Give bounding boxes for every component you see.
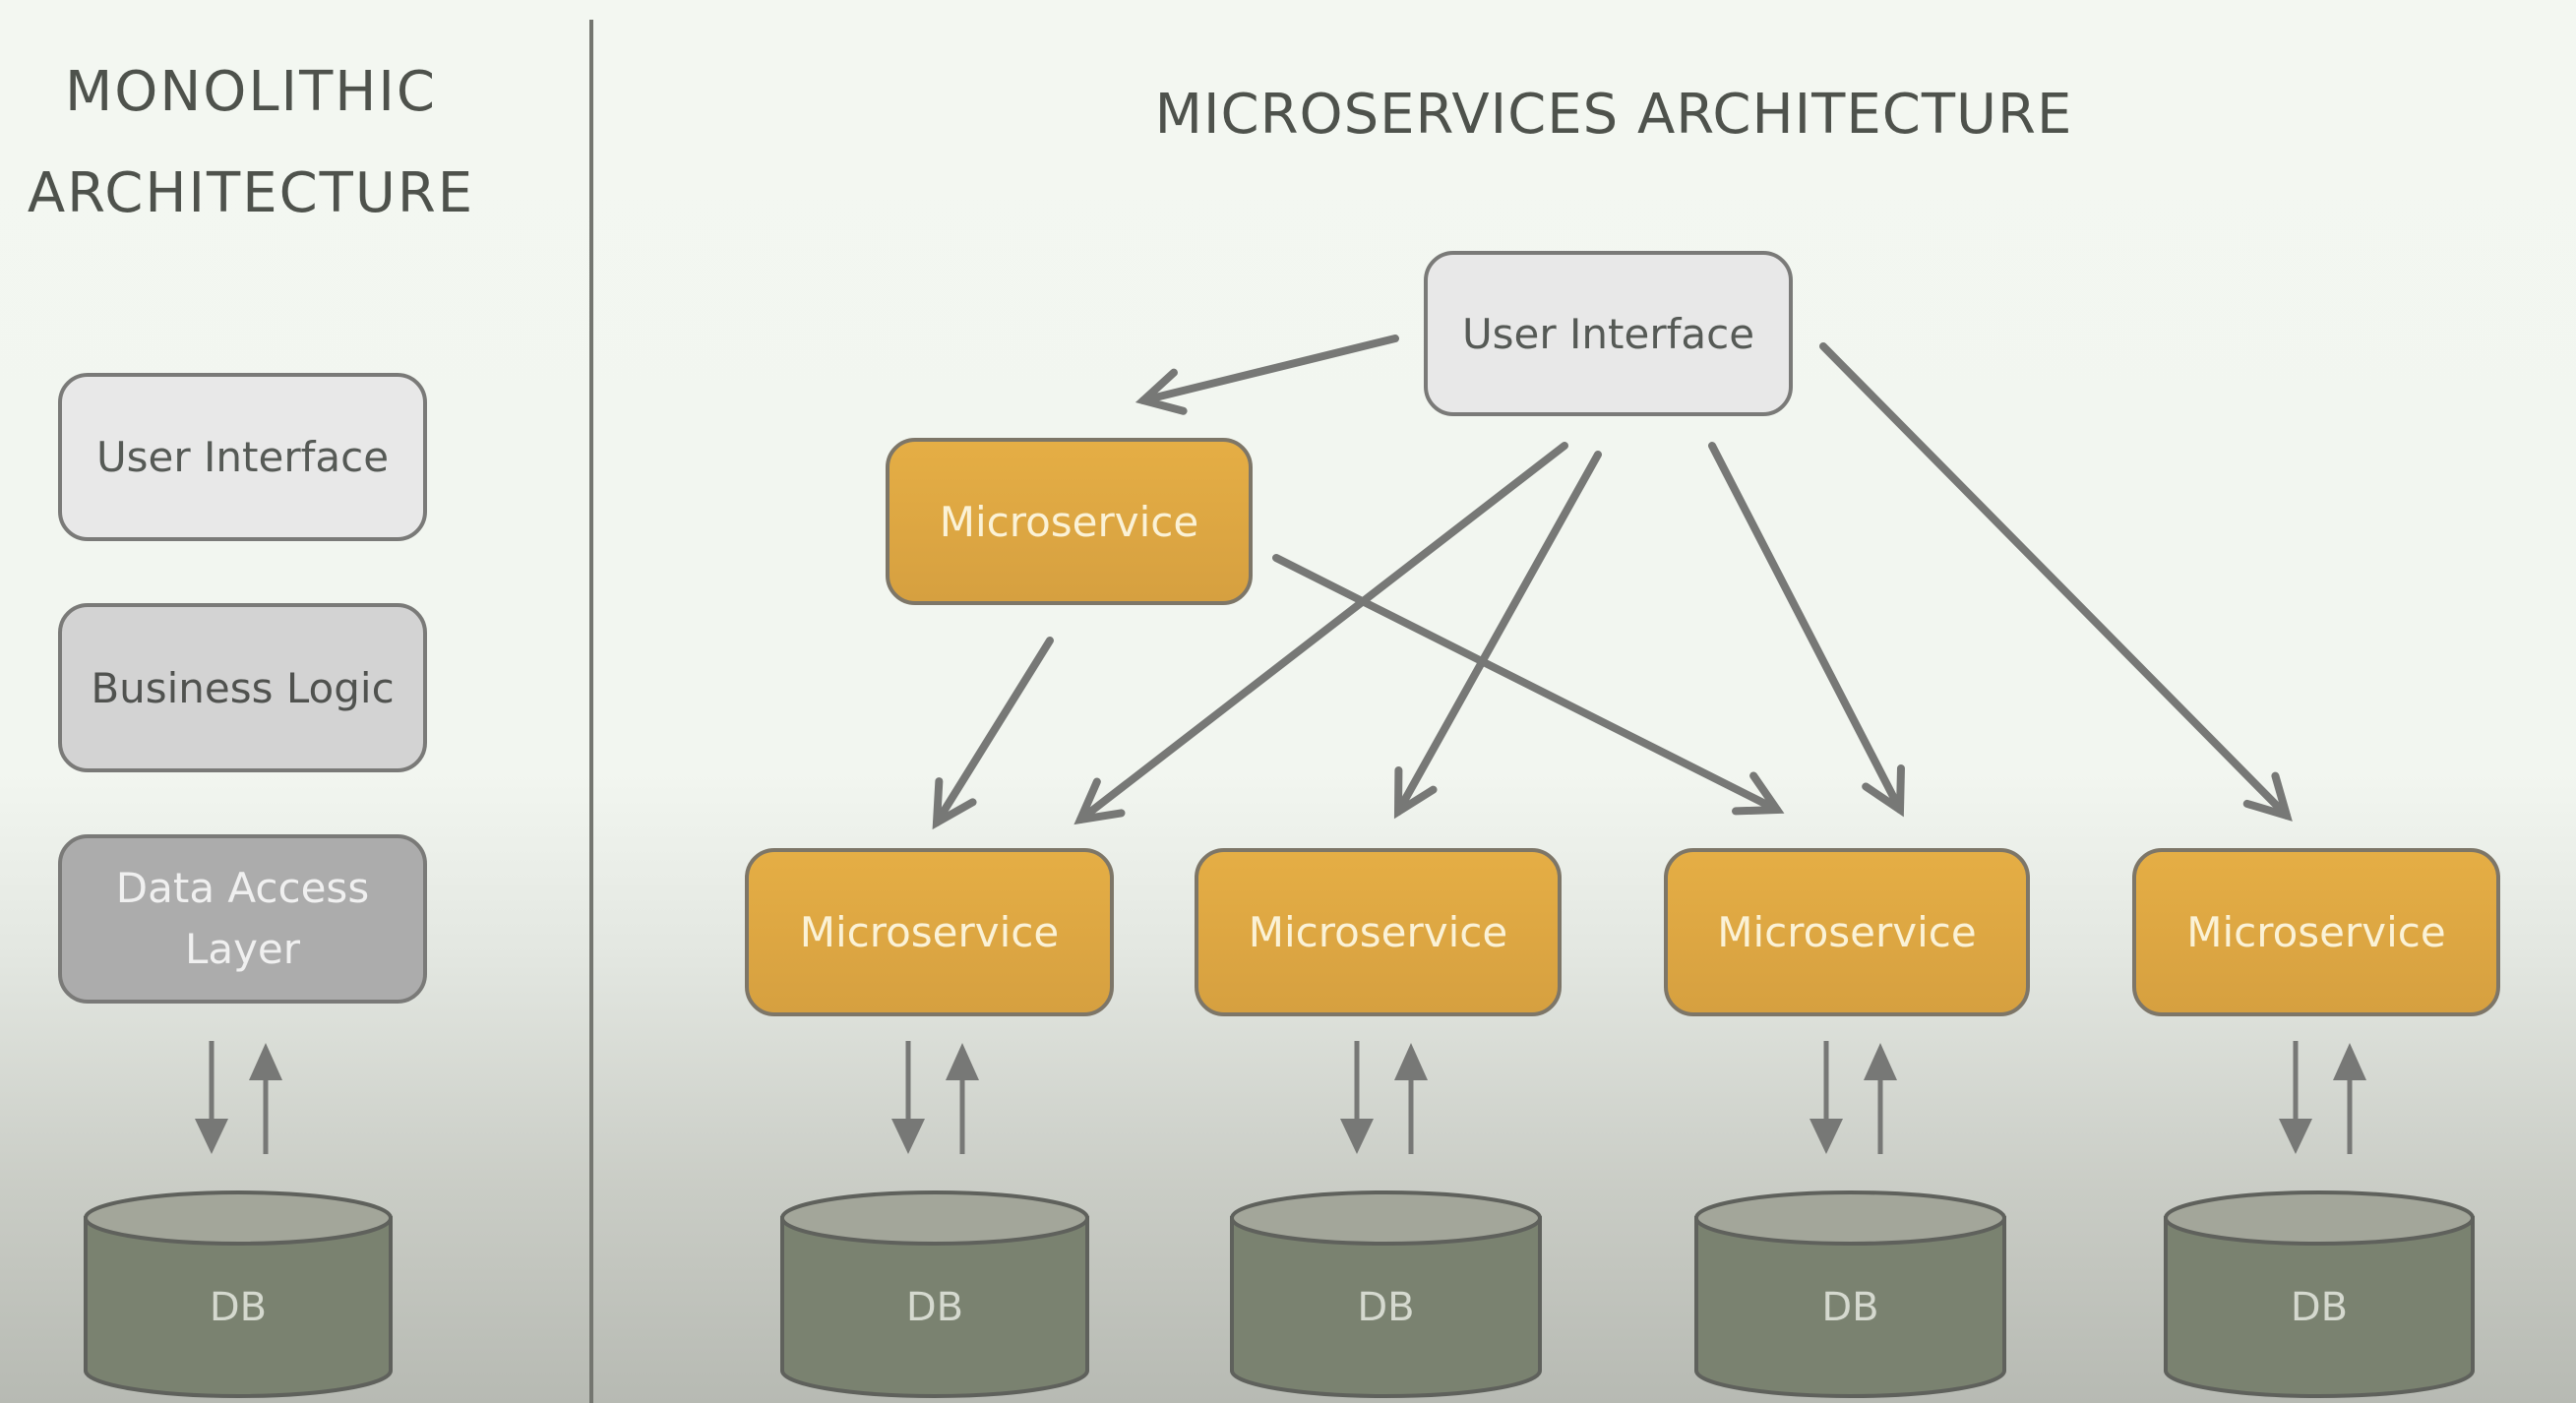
down-arrow-icon bbox=[195, 1119, 228, 1154]
arrow-line bbox=[933, 637, 1054, 826]
microservice-database-icon: DB bbox=[780, 1190, 1089, 1398]
connection-arrow bbox=[1135, 335, 1399, 415]
microservice-box-3: Microservice bbox=[1664, 848, 2030, 1016]
down-arrow-icon bbox=[2279, 1119, 2312, 1154]
db-label: DB bbox=[1357, 1285, 1414, 1330]
microservice-label-3: Microservice bbox=[1717, 908, 1977, 956]
microservice-label-1: Microservice bbox=[799, 908, 1060, 956]
microservice-database-icon: DB bbox=[1230, 1190, 1542, 1398]
arrow-line bbox=[1708, 442, 1904, 814]
databases: DB DB DB DB DB bbox=[84, 1190, 2475, 1398]
microservices-user-interface-box: User Interface bbox=[1424, 251, 1793, 416]
connection-arrow bbox=[1819, 342, 2293, 822]
down-arrow-icon bbox=[1809, 1119, 1843, 1154]
up-arrow-icon bbox=[2333, 1043, 2366, 1080]
microservice-database-icon: DB bbox=[1694, 1190, 2006, 1398]
microservice-box-4: Microservice bbox=[2132, 848, 2500, 1016]
db-arrow-pair bbox=[195, 1041, 282, 1154]
monolithic-database-icon: DB bbox=[84, 1190, 393, 1398]
up-arrow-icon bbox=[249, 1043, 282, 1080]
db-label: DB bbox=[1821, 1285, 1878, 1330]
down-arrow-icon bbox=[1340, 1119, 1374, 1154]
up-arrow-icon bbox=[946, 1043, 979, 1080]
microservice-database-icon: DB bbox=[2164, 1190, 2475, 1398]
db-arrow-pair bbox=[2279, 1041, 2366, 1154]
db-arrow-pairs bbox=[195, 1041, 2366, 1154]
db-top bbox=[1230, 1190, 1542, 1246]
db-label: DB bbox=[906, 1285, 963, 1330]
db-arrow-pair bbox=[1340, 1041, 1428, 1154]
up-arrow-icon bbox=[1864, 1043, 1897, 1080]
db-top bbox=[780, 1190, 1089, 1246]
arrow-line bbox=[1819, 342, 2291, 820]
db-arrow-pair bbox=[1809, 1041, 1897, 1154]
db-top bbox=[2164, 1190, 2475, 1246]
diagram-canvas: DB DB DB DB DB bbox=[84, 335, 2475, 1398]
db-arrow-pair bbox=[891, 1041, 979, 1154]
microservices-user-interface-label: User Interface bbox=[1461, 309, 1755, 358]
arrow-line bbox=[1139, 335, 1399, 404]
db-top bbox=[1694, 1190, 2006, 1246]
connection-arrow bbox=[1272, 554, 1785, 816]
arrow-line bbox=[1272, 554, 1781, 814]
down-arrow-icon bbox=[891, 1119, 925, 1154]
middle-microservice-label: Microservice bbox=[939, 497, 1199, 546]
db-label: DB bbox=[210, 1285, 267, 1330]
db-top bbox=[84, 1190, 393, 1246]
middle-microservice-box: Microservice bbox=[886, 438, 1253, 605]
connection-arrow bbox=[932, 637, 1054, 830]
microservice-label-2: Microservice bbox=[1248, 908, 1508, 956]
microservice-box-2: Microservice bbox=[1195, 848, 1562, 1016]
up-arrow-icon bbox=[1394, 1043, 1428, 1080]
microservice-label-4: Microservice bbox=[2186, 908, 2446, 956]
db-label: DB bbox=[2291, 1285, 2348, 1330]
connection-arrow bbox=[1708, 442, 1905, 818]
microservice-box-1: Microservice bbox=[745, 848, 1114, 1016]
